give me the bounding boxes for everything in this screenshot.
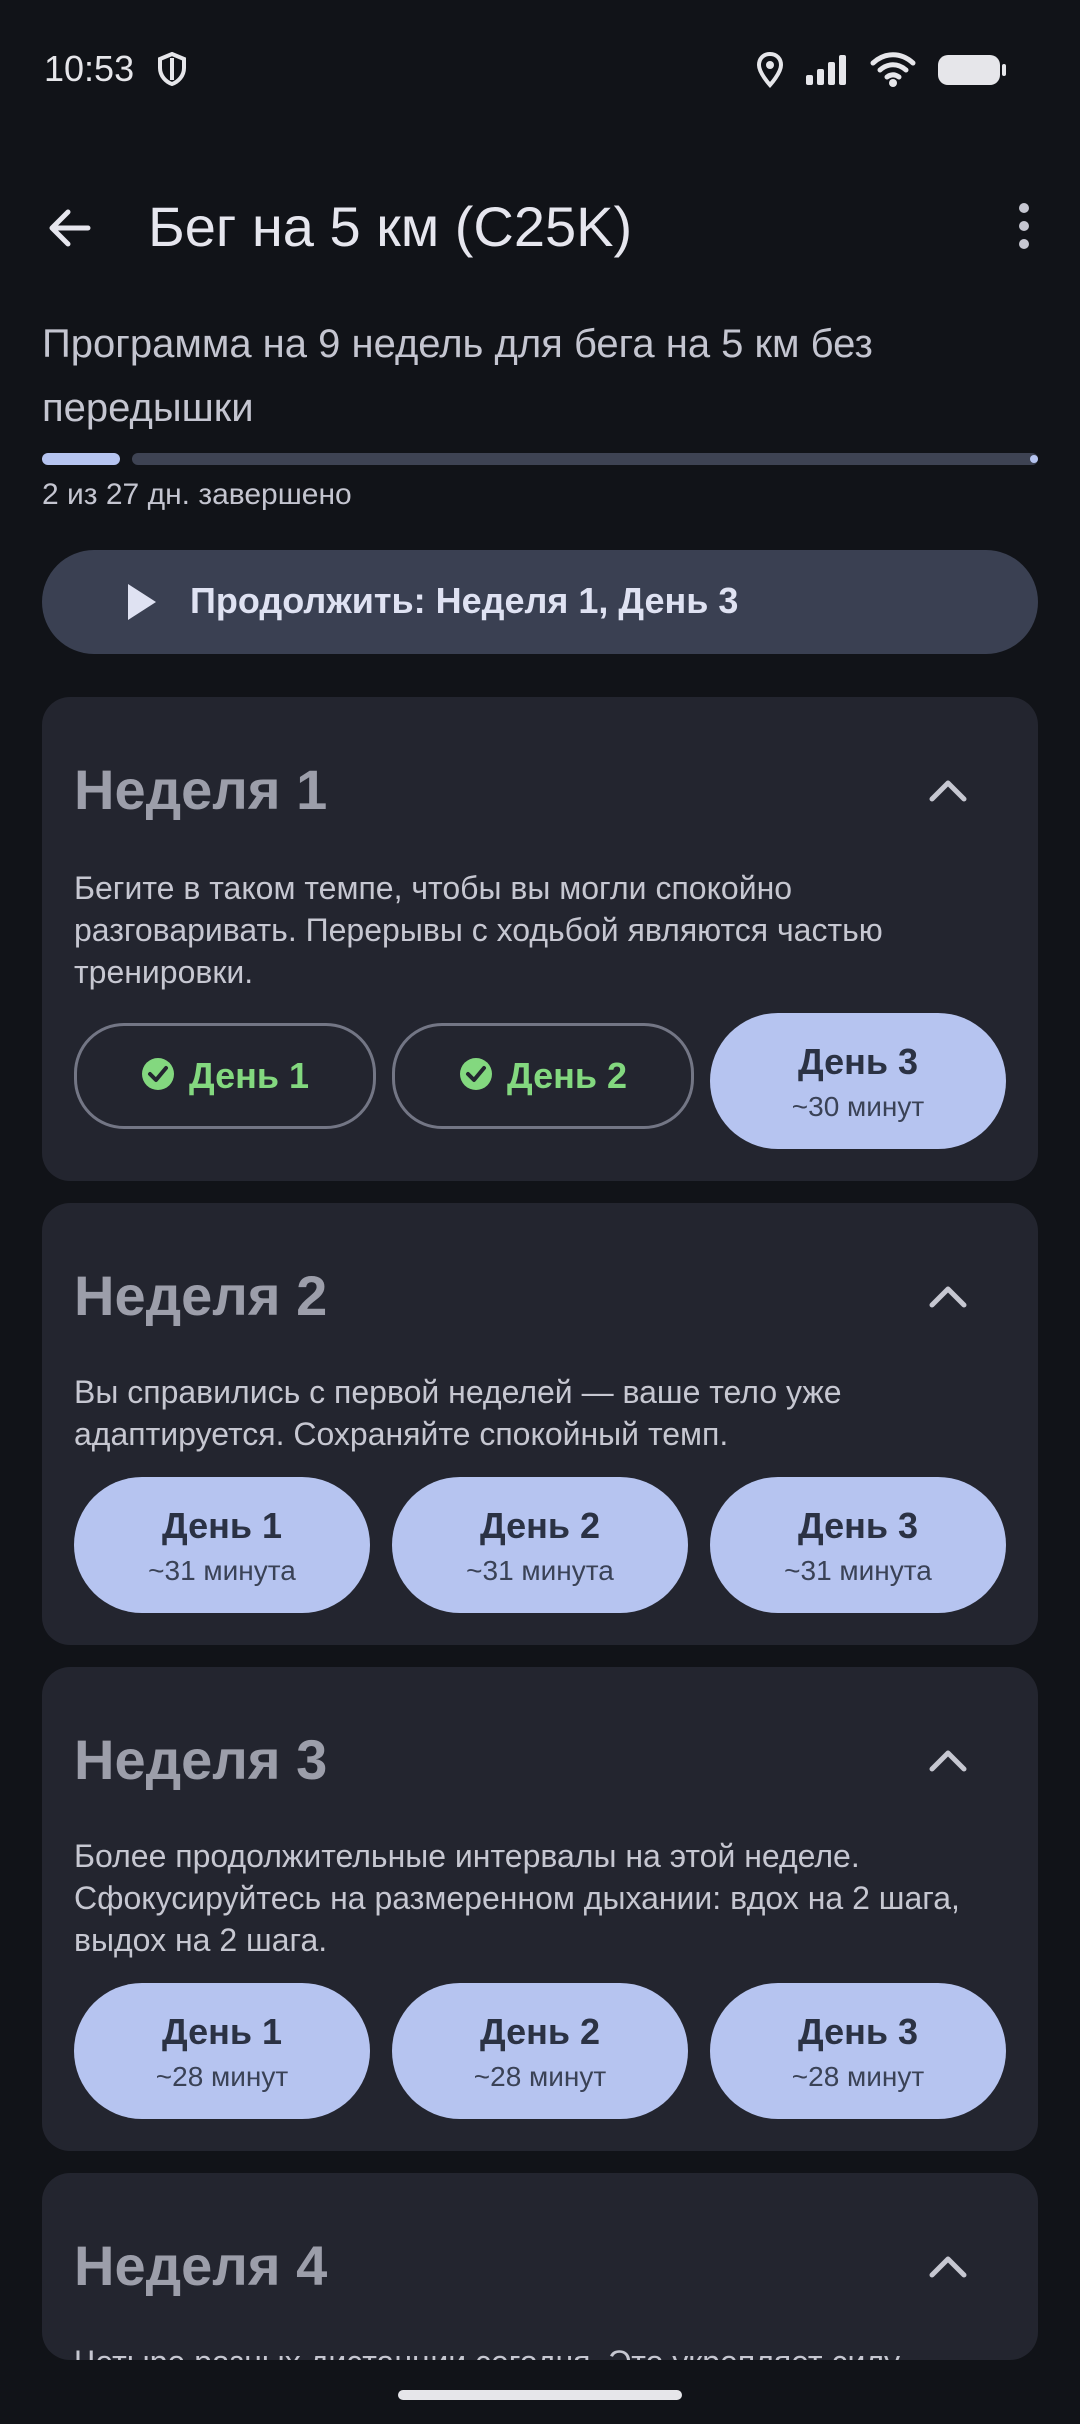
continue-button-label: Продолжить: Неделя 1, День 3	[190, 580, 739, 621]
continue-button[interactable]: Продолжить: Неделя 1, День 3	[42, 550, 1038, 654]
day-button-3[interactable]: День 3 ~31 минута	[710, 1477, 1006, 1613]
back-button[interactable]	[42, 200, 98, 256]
day-button-2[interactable]: День 2	[392, 1023, 694, 1129]
more-vert-icon	[1004, 203, 1044, 258]
app-bar: Бег на 5 км (C25K)	[0, 180, 1080, 272]
check-circle-icon	[459, 1057, 493, 1096]
day-label: День 1	[188, 1055, 309, 1096]
day-button-1[interactable]: День 1	[74, 1023, 376, 1129]
day-duration: ~28 минут	[155, 2061, 289, 2092]
check-circle-icon	[141, 1057, 175, 1096]
gesture-handle[interactable]	[398, 2390, 682, 2400]
day-button-2[interactable]: День 2 ~31 минута	[392, 1477, 688, 1613]
day-label: День 1	[161, 1505, 282, 1546]
day-button-1[interactable]: День 1 ~28 минут	[74, 1983, 370, 2119]
page-title: Бег на 5 км (C25K)	[148, 195, 633, 258]
day-duration: ~30 минут	[791, 1091, 925, 1122]
day-button-3[interactable]: День 3 ~30 минут	[710, 1013, 1006, 1149]
progress-end-dot	[1030, 455, 1038, 463]
day-label: День 2	[479, 1505, 600, 1546]
day-label: День 3	[797, 2011, 918, 2052]
chevron-up-icon[interactable]	[926, 1745, 970, 1775]
navigation-bar	[0, 2360, 1080, 2424]
progress-text: 2 из 27 дн. завершено	[42, 478, 352, 511]
battery-icon	[936, 53, 1008, 92]
day-duration: ~31 минута	[148, 1555, 296, 1586]
chevron-up-icon[interactable]	[926, 775, 970, 805]
week-title: Неделя 4	[74, 2234, 328, 2297]
play-icon	[124, 580, 160, 629]
program-description: Программа на 9 недель для бега на 5 км б…	[42, 322, 873, 430]
day-label: День 2	[506, 1055, 627, 1096]
week-card-4: Неделя 4 Четыре разных дистанции сегодня…	[42, 2173, 1038, 2360]
progress-fill	[42, 453, 120, 465]
more-options-button[interactable]	[1004, 198, 1044, 254]
day-label: День 2	[479, 2011, 600, 2052]
day-label: День 3	[797, 1041, 918, 1082]
week-description: Более продолжительные интервалы на этой …	[74, 1838, 960, 1958]
day-label: День 3	[797, 1505, 918, 1546]
day-duration: ~31 минута	[466, 1555, 614, 1586]
signal-icon	[804, 53, 850, 92]
day-button-2[interactable]: День 2 ~28 минут	[392, 1983, 688, 2119]
arrow-back-icon	[42, 209, 98, 260]
day-duration: ~28 минут	[791, 2061, 925, 2092]
week-title: Неделя 2	[74, 1264, 328, 1327]
day-button-3[interactable]: День 3 ~28 минут	[710, 1983, 1006, 2119]
wifi-icon	[870, 52, 916, 93]
day-duration: ~31 минута	[784, 1555, 932, 1586]
chevron-up-icon[interactable]	[926, 2251, 970, 2281]
day-button-1[interactable]: День 1 ~31 минута	[74, 1477, 370, 1613]
week-card-1: Неделя 1 Бегите в таком темпе, чтобы вы …	[42, 697, 1038, 1181]
day-label: День 1	[161, 2011, 282, 2052]
week-card-3: Неделя 3 Более продолжительные интервалы…	[42, 1667, 1038, 2151]
chevron-up-icon[interactable]	[926, 1281, 970, 1311]
progress-remaining	[132, 453, 1038, 465]
week-description: Вы справились с первой неделей — ваше те…	[74, 1374, 842, 1452]
status-bar: 10:53	[0, 0, 1080, 140]
week-title: Неделя 1	[74, 758, 328, 821]
status-time: 10:53	[44, 48, 135, 89]
week-card-2: Неделя 2 Вы справились с первой неделей …	[42, 1203, 1038, 1645]
location-icon	[756, 51, 784, 93]
day-duration: ~28 минут	[473, 2061, 607, 2092]
shield-icon	[158, 51, 186, 91]
week-description: Бегите в таком темпе, чтобы вы могли спо…	[74, 870, 883, 990]
week-description: Четыре разных дистанции сегодня. Это укр…	[74, 2341, 1014, 2360]
week-title: Неделя 3	[74, 1728, 328, 1791]
progress-bar	[42, 453, 1038, 465]
